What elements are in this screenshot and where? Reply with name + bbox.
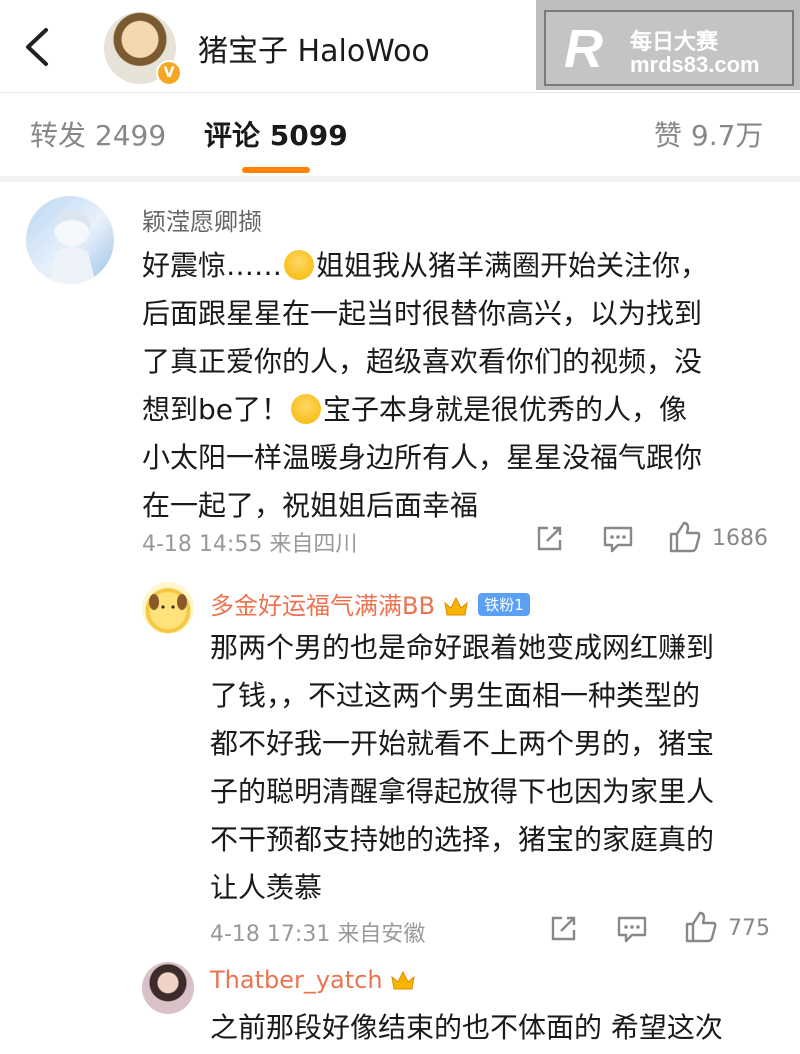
- like-thumb-icon[interactable]: [668, 520, 702, 554]
- reply-body: 之前那段好像结束的也不体面的 希望这次: [210, 1011, 723, 1044]
- avatar-illustration-icon: [149, 594, 187, 621]
- avatar[interactable]: [142, 582, 194, 634]
- watermark-logo: R 每日大赛 mrds83.com: [536, 0, 800, 90]
- avatar[interactable]: [142, 962, 194, 1014]
- tab-reposts[interactable]: 转发 2499: [30, 114, 166, 154]
- reply-username[interactable]: Thatber_yatch: [210, 966, 416, 994]
- comment-location: 来自四川: [269, 532, 358, 557]
- watermark-line2: mrds83.com: [630, 52, 760, 77]
- comment-meta: 4-18 14:55 来自四川: [142, 526, 357, 558]
- fan-level-badge: 铁粉1: [478, 593, 530, 616]
- crown-badge-icon: [391, 970, 415, 990]
- crying-face-emoji-icon: [291, 394, 322, 424]
- reply-time: 4-18 17:31: [210, 922, 331, 947]
- page-title: 猪宝子 HaloWoo: [198, 34, 430, 69]
- tab-comments[interactable]: 评论 5099: [204, 114, 348, 154]
- comment-time: 4-18 14:55: [142, 532, 263, 557]
- section-separator: [0, 176, 800, 182]
- reply-meta: 4-18 17:31 来自安徽: [210, 916, 425, 948]
- reply-location: 来自安徽: [337, 922, 426, 947]
- tab-likes[interactable]: 赞 9.7万: [654, 114, 763, 154]
- reply-body: 那两个男的也是命好跟着她变成网红赚到 了钱，，不过这两个男生面相一种类型的 都不…: [210, 631, 715, 904]
- reply-username[interactable]: 多金好运福气满满BB 铁粉1: [210, 586, 530, 621]
- comment-username[interactable]: 颖滢愿卿撷: [142, 202, 262, 237]
- like-thumb-icon[interactable]: [684, 910, 718, 944]
- like-count: 1686: [712, 526, 768, 551]
- crown-badge-icon: [443, 596, 468, 616]
- comment-icon[interactable]: [616, 914, 648, 944]
- avatar[interactable]: [26, 196, 114, 284]
- comment-icon[interactable]: [602, 524, 634, 554]
- worried-face-emoji-icon: [284, 250, 315, 280]
- header-divider: [0, 92, 800, 93]
- share-icon[interactable]: [534, 524, 564, 554]
- verified-badge-icon: V: [156, 60, 182, 86]
- active-tab-indicator: [242, 167, 310, 173]
- share-icon[interactable]: [548, 914, 578, 944]
- watermark-r-glyph: R: [564, 19, 603, 79]
- avatar-illustration-icon: [48, 209, 96, 284]
- back-arrow-icon[interactable]: [18, 24, 58, 70]
- like-count: 775: [728, 916, 770, 941]
- comment-body: 好震惊…… 姐姐我从猪羊满圈开始关注你， 后面跟星星在一起当时很替你高兴，以为找到…: [142, 249, 709, 522]
